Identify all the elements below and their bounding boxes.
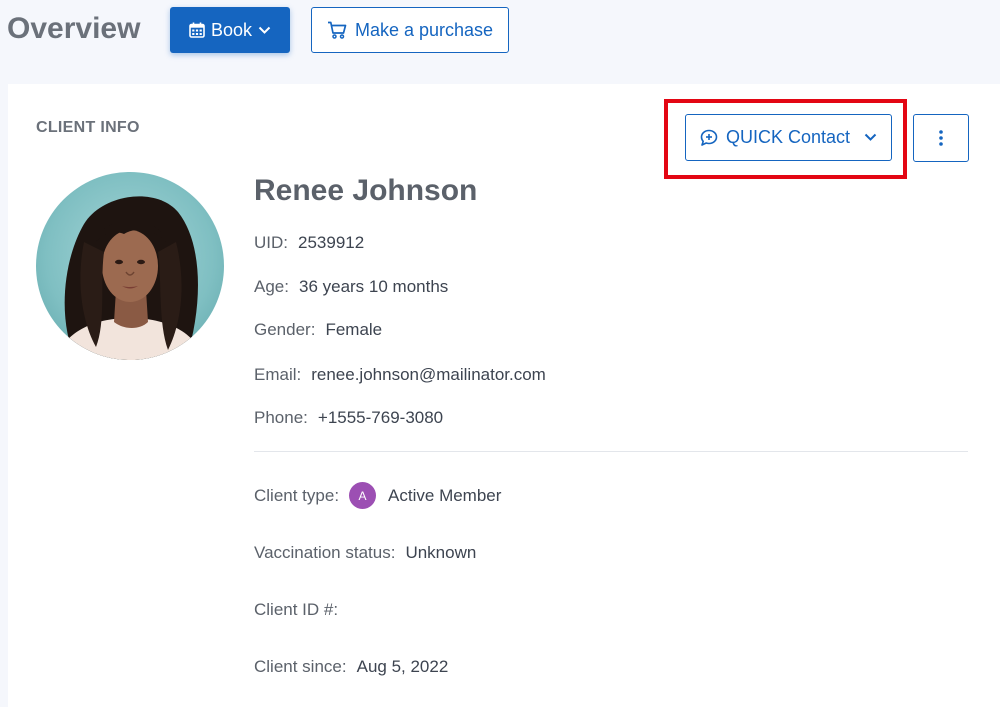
phone-field: Phone: +1555-769-3080 bbox=[254, 408, 443, 428]
make-purchase-label: Make a purchase bbox=[354, 19, 494, 40]
gender-value: Female bbox=[325, 320, 383, 339]
chevron-down-icon bbox=[258, 26, 271, 35]
client-since-field: Client since: Aug 5, 2022 bbox=[254, 657, 448, 677]
client-id-field: Client ID #: bbox=[254, 600, 348, 620]
gender-field: Gender: Female bbox=[254, 320, 382, 340]
vaccination-label: Vaccination status: bbox=[254, 543, 396, 562]
book-button[interactable]: Book bbox=[170, 7, 290, 53]
more-options-button[interactable] bbox=[913, 114, 969, 162]
vaccination-value: Unknown bbox=[405, 543, 477, 562]
client-name: Renee Johnson bbox=[254, 174, 478, 207]
phone-value[interactable]: +1555-769-3080 bbox=[318, 408, 443, 428]
client-type-badge: A bbox=[349, 482, 377, 509]
quick-contact-highlight bbox=[664, 99, 907, 179]
client-since-label: Client since: bbox=[254, 657, 347, 676]
uid-label: UID: bbox=[254, 233, 288, 252]
page-title: Overview bbox=[7, 12, 141, 45]
section-divider bbox=[254, 451, 968, 452]
make-purchase-button[interactable]: Make a purchase bbox=[311, 7, 509, 53]
client-type-label: Client type: bbox=[254, 485, 340, 505]
email-value[interactable]: renee.johnson@mailinator.com bbox=[311, 365, 546, 385]
age-label: Age: bbox=[254, 277, 289, 296]
email-label: Email: bbox=[254, 365, 302, 384]
uid-field: UID: 2539912 bbox=[254, 233, 364, 253]
calendar-icon bbox=[189, 22, 205, 38]
email-field: Email: renee.johnson@mailinator.com bbox=[254, 365, 546, 385]
age-field: Age: 36 years 10 months bbox=[254, 277, 448, 297]
client-avatar bbox=[36, 172, 224, 360]
client-since-value: Aug 5, 2022 bbox=[356, 657, 449, 676]
client-type-value: Active Member bbox=[388, 485, 502, 505]
gender-label: Gender: bbox=[254, 320, 316, 339]
cart-icon bbox=[327, 21, 347, 39]
client-id-label: Client ID #: bbox=[254, 600, 339, 619]
vaccination-field: Vaccination status: Unknown bbox=[254, 543, 476, 563]
age-value: 36 years 10 months bbox=[298, 277, 449, 296]
book-button-label: Book bbox=[210, 19, 253, 40]
phone-label: Phone: bbox=[254, 408, 308, 427]
uid-value: 2539912 bbox=[298, 233, 365, 252]
vertical-dots-icon bbox=[938, 129, 944, 147]
client-type-field: Client type: A Active Member bbox=[254, 482, 501, 509]
top-bar: Overview Book Make a purchase bbox=[0, 0, 1000, 70]
client-info-label: CLIENT INFO bbox=[36, 119, 140, 136]
